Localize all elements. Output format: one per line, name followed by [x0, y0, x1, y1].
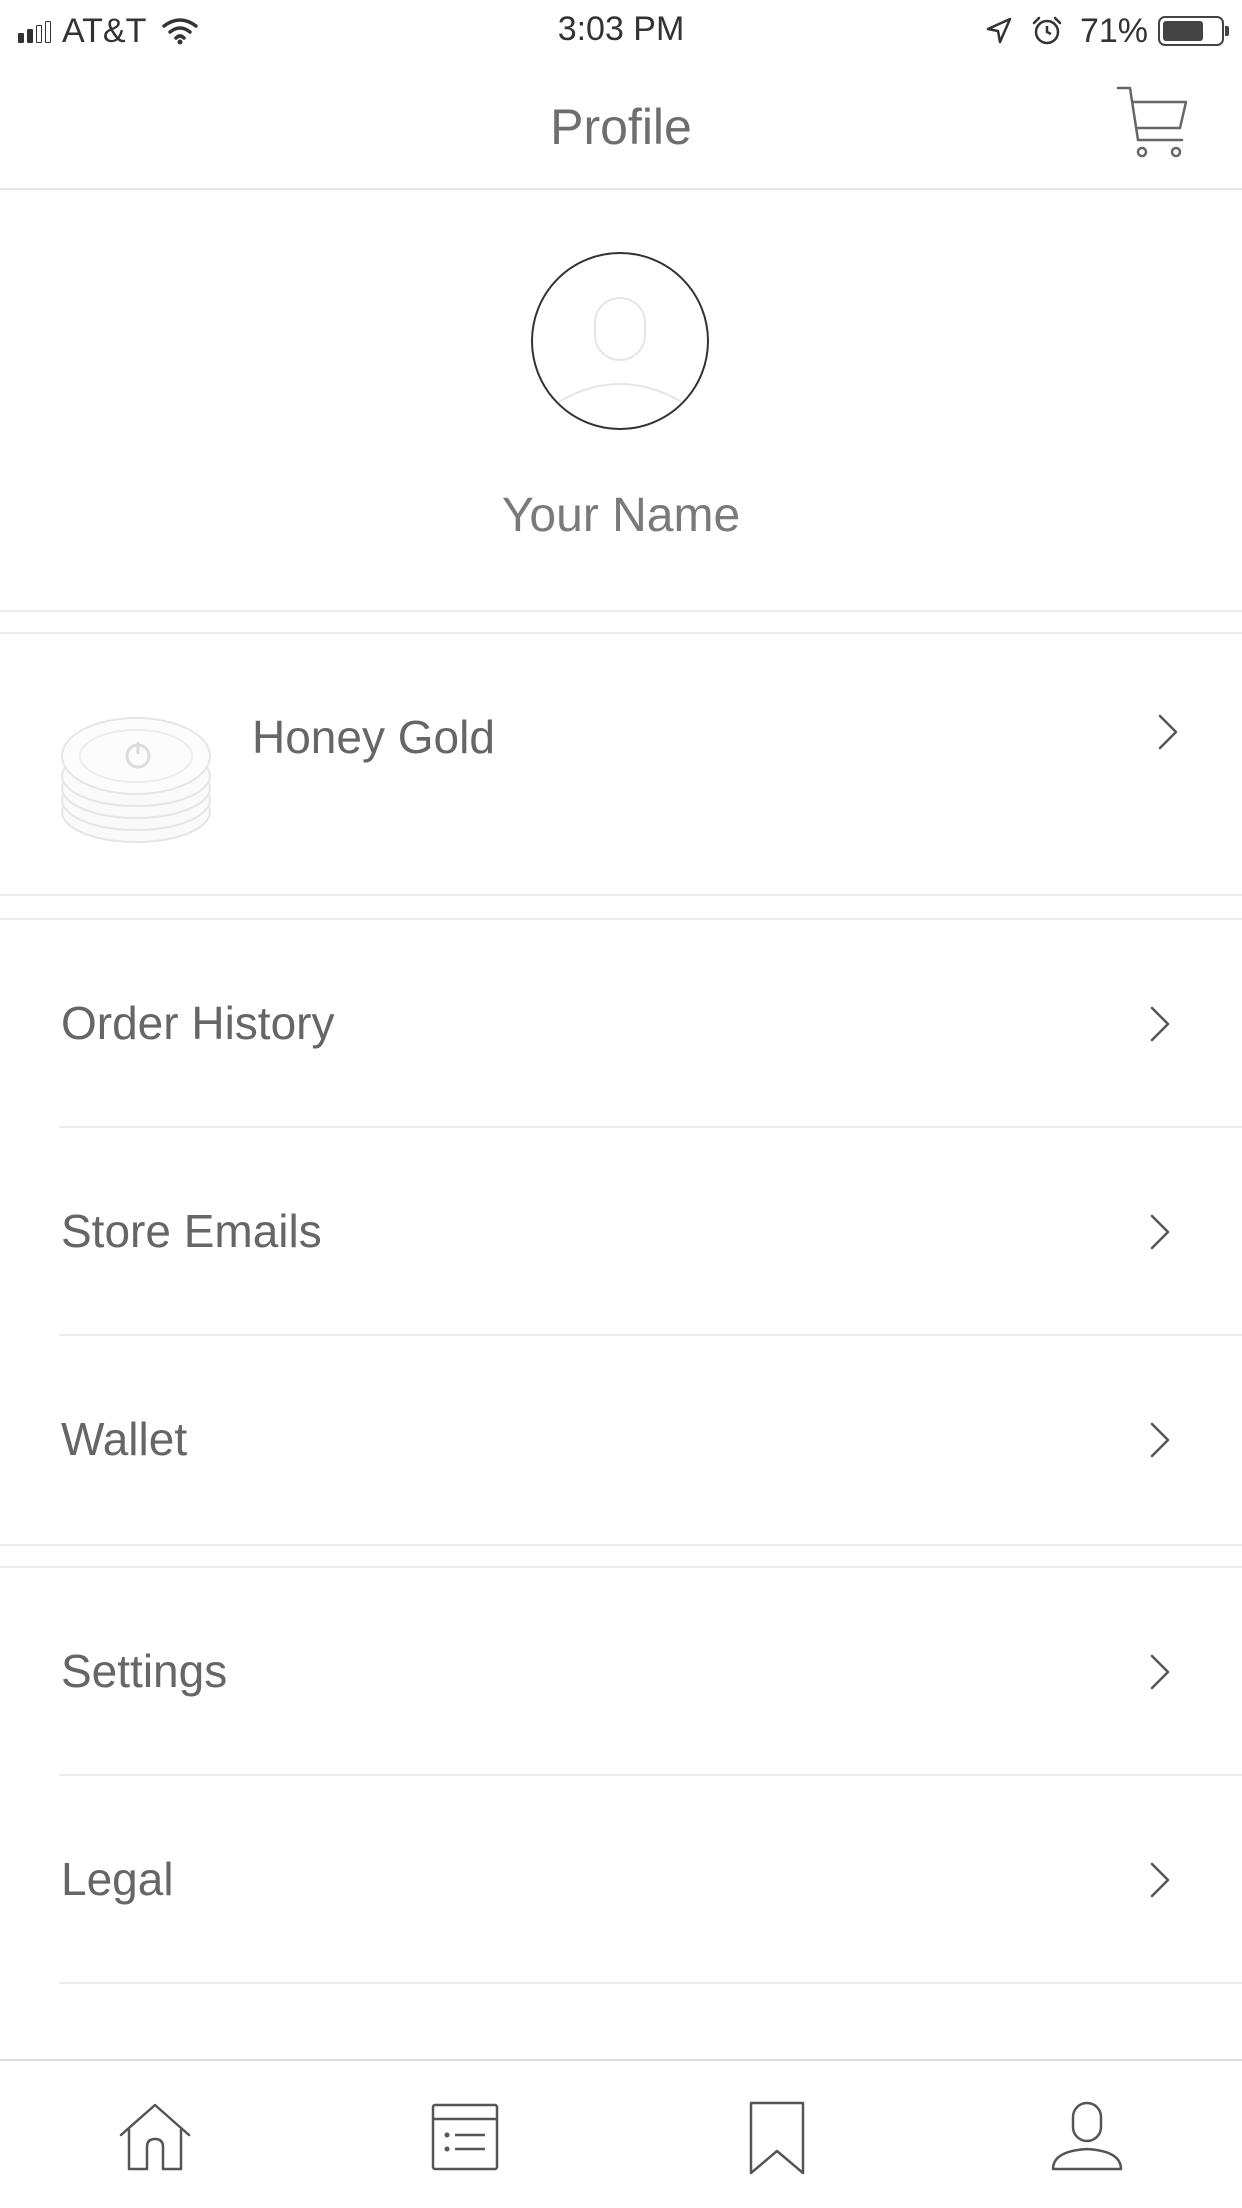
cart-button[interactable]: [1112, 82, 1192, 162]
menu-item-wallet[interactable]: Wallet: [0, 1336, 1242, 1544]
menu-item-label: Store Emails: [61, 1205, 322, 1257]
section-divider: [0, 1544, 1242, 1546]
chevron-right-icon: [1150, 1654, 1170, 1690]
menu-item-label: Order History: [61, 997, 335, 1049]
profile-icon: [1051, 2101, 1123, 2171]
home-icon: [119, 2103, 191, 2171]
chevron-right-icon: [1150, 1006, 1170, 1042]
location-arrow-icon: [986, 17, 1012, 44]
tab-home[interactable]: [115, 2097, 195, 2177]
status-right: 71%: [984, 8, 1229, 54]
status-bar: AT&T 3:03 PM 71%: [0, 0, 1242, 62]
profile-header: Your Name: [0, 190, 1242, 612]
menu-item-settings[interactable]: Settings: [0, 1568, 1242, 1776]
battery-fill: [1163, 21, 1203, 41]
tab-profile[interactable]: [1047, 2097, 1127, 2177]
menu-item-legal[interactable]: Legal: [0, 1776, 1242, 1984]
page-title: Profile: [550, 99, 692, 155]
battery-percent: 71%: [1079, 11, 1148, 50]
chevron-right-icon: [1150, 1422, 1170, 1458]
honey-gold-coins-icon: [61, 717, 211, 843]
tab-bar: [0, 2059, 1242, 2208]
menu-item-label: Wallet: [61, 1413, 188, 1465]
profile-name[interactable]: Your Name: [0, 488, 1242, 543]
chevron-right-icon: [1150, 1862, 1170, 1898]
nav-bar: Profile: [0, 62, 1242, 190]
menu-item-store-emails[interactable]: Store Emails: [0, 1128, 1242, 1336]
avatar-placeholder-icon: [554, 297, 686, 405]
chevron-right-icon: [1150, 1214, 1170, 1250]
chevron-right-icon: [1158, 714, 1178, 750]
menu-item-label: Settings: [61, 1645, 228, 1697]
alarm-icon: [1032, 16, 1062, 45]
tab-saved[interactable]: [737, 2097, 817, 2177]
menu-item-label: Legal: [61, 1853, 174, 1905]
avatar[interactable]: [531, 252, 709, 430]
list-icon: [431, 2103, 499, 2171]
menu-item-order-history[interactable]: Order History: [0, 920, 1242, 1128]
cart-icon: [1116, 86, 1188, 158]
battery-icon: [1158, 16, 1229, 46]
tab-list[interactable]: [425, 2097, 505, 2177]
bookmark-icon: [749, 2101, 805, 2175]
honey-gold-label: Honey Gold: [252, 711, 495, 763]
honey-gold-row[interactable]: Honey Gold: [0, 634, 1242, 896]
